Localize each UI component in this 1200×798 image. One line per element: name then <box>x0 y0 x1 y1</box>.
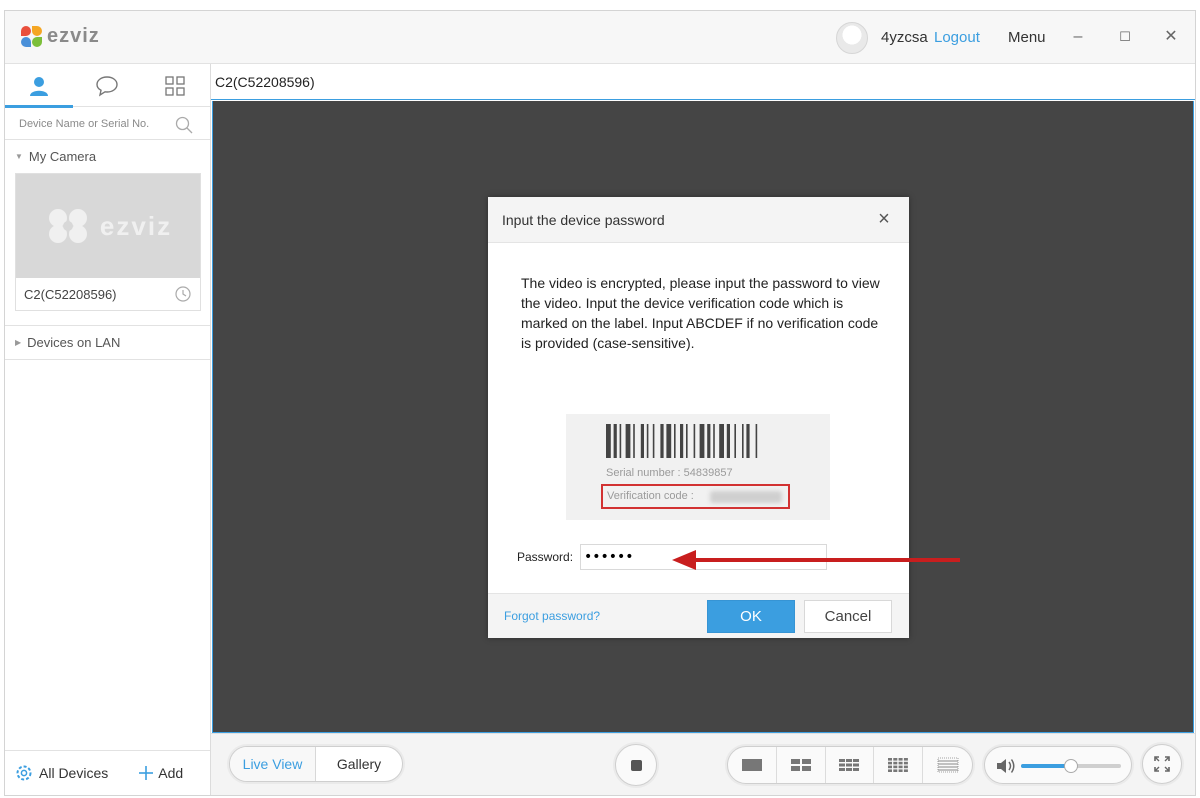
all-devices-label: All Devices <box>39 765 109 781</box>
triangle-right-icon: ▶ <box>15 338 22 347</box>
sidebar: ▼ My Camera ezviz C2(C52208596) <box>5 64 211 795</box>
camera-card-footer: C2(C52208596) <box>16 278 200 310</box>
username: 4yzcsa <box>881 29 928 46</box>
verification-code-blurred <box>710 491 782 503</box>
volume-control <box>984 746 1132 784</box>
bottom-toolbar: Live View Gallery <box>211 733 1195 795</box>
devices-on-lan-label: Devices on LAN <box>27 335 121 350</box>
close-window-button[interactable]: ✕ <box>1161 25 1181 49</box>
view-mode-toggle: Live View Gallery <box>229 746 403 782</box>
fullscreen-button[interactable] <box>1142 744 1182 784</box>
triangle-down-icon: ▼ <box>15 152 23 161</box>
red-arrow-annotation <box>672 550 960 570</box>
sidebar-footer: All Devices Add <box>5 750 210 795</box>
all-devices-button[interactable]: All Devices <box>15 764 108 782</box>
volume-knob[interactable] <box>1064 759 1078 773</box>
camera-name: C2(C52208596) <box>24 286 117 302</box>
layout-sixteen-icon <box>888 758 909 772</box>
search-icon[interactable] <box>175 116 193 134</box>
live-view-button[interactable]: Live View <box>230 747 316 781</box>
password-label: Password: <box>517 550 574 564</box>
ezviz-logo-icon <box>21 25 43 48</box>
sidebar-divider-2 <box>5 359 210 360</box>
layout-nine-icon <box>839 759 860 771</box>
dialog-header: Input the device password × <box>488 197 909 243</box>
dialog-title: Input the device password <box>502 212 665 228</box>
my-camera-label: My Camera <box>28 149 97 164</box>
speaker-icon[interactable] <box>995 756 1017 776</box>
fullscreen-icon <box>1154 756 1170 772</box>
verification-code-highlight: Verification code : <box>601 484 790 509</box>
avatar[interactable] <box>836 22 868 54</box>
device-label-image: Serial number : 54839857 Verification co… <box>566 414 830 520</box>
ezviz-watermark-icon <box>48 209 87 243</box>
camera-tab[interactable]: C2(C52208596) <box>215 74 315 90</box>
add-label: Add <box>158 765 184 781</box>
plus-icon <box>139 766 154 780</box>
volume-slider[interactable] <box>1021 759 1121 773</box>
chat-bubble-icon <box>96 75 118 96</box>
layout-quad-icon <box>790 759 811 771</box>
logo-text: ezviz <box>47 25 100 47</box>
logout-link[interactable]: Logout <box>934 29 980 46</box>
dialog-message: The video is encrypted, please input the… <box>521 275 880 351</box>
tab-grid[interactable] <box>141 64 209 107</box>
tab-messages[interactable] <box>73 64 141 107</box>
minimize-button[interactable]: – <box>1068 25 1088 49</box>
devices-on-lan-group[interactable]: ▶ Devices on LAN <box>5 326 210 359</box>
search-input[interactable] <box>19 114 169 134</box>
verification-code-label: Verification code : <box>607 490 694 502</box>
layout-4-button[interactable] <box>777 747 826 783</box>
barcode-icon <box>606 424 758 458</box>
stop-icon <box>630 759 642 771</box>
grid-icon <box>165 75 185 96</box>
layout-9-button[interactable] <box>826 747 875 783</box>
stop-button[interactable] <box>615 744 657 786</box>
layout-25-button[interactable] <box>923 747 972 783</box>
tab-devices[interactable] <box>5 64 73 108</box>
layout-twentyfive-icon <box>937 757 958 773</box>
ok-button[interactable]: OK <box>707 600 795 633</box>
my-camera-group[interactable]: ▼ My Camera <box>5 140 210 173</box>
playback-history-icon[interactable] <box>174 285 192 303</box>
menu-button[interactable]: Menu <box>1008 29 1046 46</box>
title-bar: ezviz 4yzcsa Logout Menu – ☐ ✕ <box>5 11 1195 64</box>
close-icon[interactable]: × <box>873 208 895 230</box>
camera-thumbnail: ezviz <box>16 174 200 278</box>
cancel-button[interactable]: Cancel <box>804 600 892 633</box>
add-device-button[interactable]: Add <box>138 765 183 781</box>
layout-1-button[interactable] <box>728 747 777 783</box>
serial-number-text: Serial number : 54839857 <box>606 467 733 479</box>
gallery-button[interactable]: Gallery <box>316 747 402 781</box>
thumbnail-watermark: ezviz <box>99 210 173 241</box>
device-search <box>5 107 210 140</box>
layout-16-button[interactable] <box>874 747 924 783</box>
layout-selector <box>727 746 973 784</box>
gear-icon <box>16 765 32 781</box>
layout-single-icon <box>741 759 762 771</box>
ezviz-logo: ezviz <box>21 25 100 48</box>
camera-tab-strip: C2(C52208596) <box>211 64 1195 100</box>
dialog-footer: Forgot password? OK Cancel <box>488 593 909 638</box>
camera-card[interactable]: ezviz C2(C52208596) <box>15 173 201 311</box>
user-icon <box>30 76 48 96</box>
forgot-password-link[interactable]: Forgot password? <box>504 609 600 623</box>
sidebar-tabs <box>5 64 210 108</box>
maximize-button[interactable]: ☐ <box>1115 25 1135 49</box>
